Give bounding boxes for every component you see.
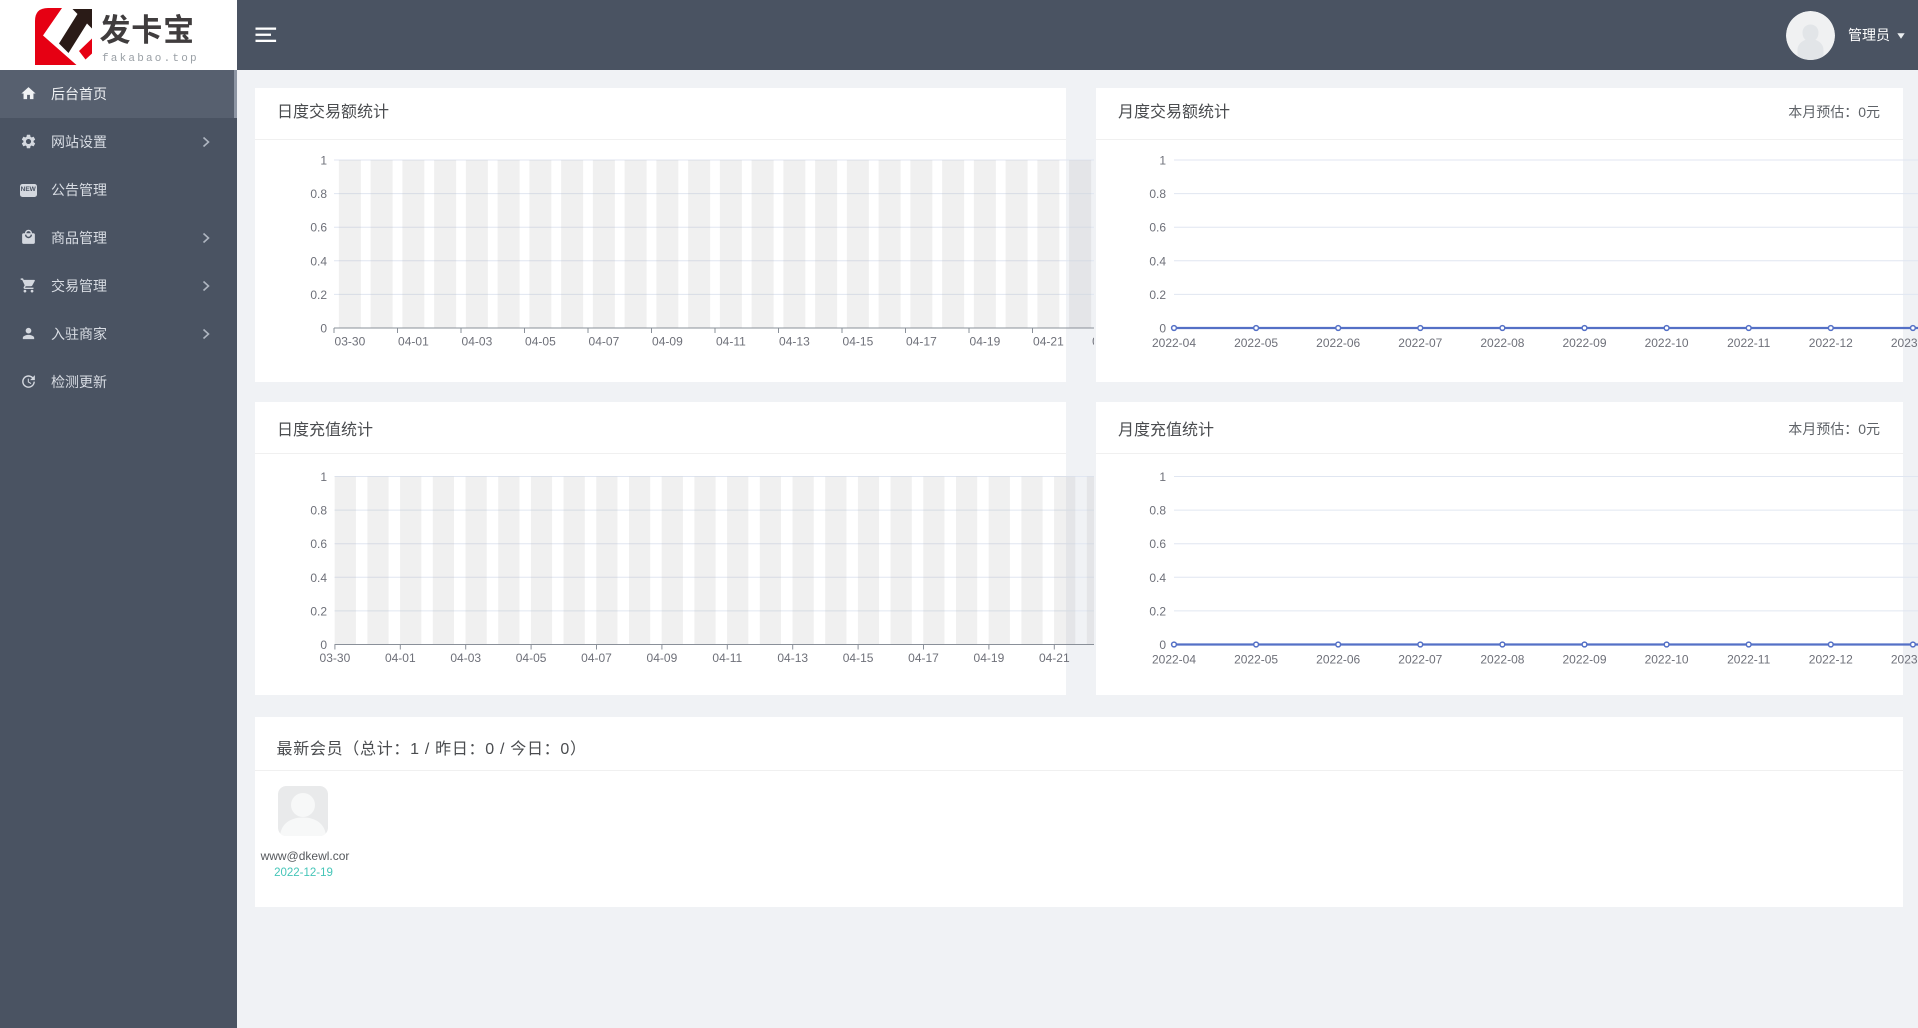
svg-text:0.2: 0.2 [310, 604, 327, 618]
svg-text:0.6: 0.6 [1149, 221, 1166, 235]
svg-text:04-17: 04-17 [906, 335, 937, 349]
svg-text:04-01: 04-01 [385, 651, 416, 665]
svg-text:04-13: 04-13 [779, 335, 810, 349]
svg-text:0.2: 0.2 [310, 288, 327, 302]
svg-text:04-09: 04-09 [647, 651, 678, 665]
svg-text:04-23: 04-23 [1092, 335, 1094, 349]
svg-text:2023-01: 2023-01 [1891, 653, 1918, 667]
svg-text:04-21: 04-21 [1039, 651, 1070, 665]
svg-text:0.8: 0.8 [310, 187, 327, 201]
svg-text:03-30: 03-30 [335, 335, 366, 349]
svg-text:2022-07: 2022-07 [1398, 653, 1442, 667]
svg-text:0.4: 0.4 [1149, 571, 1166, 585]
svg-text:04-01: 04-01 [398, 335, 429, 349]
svg-text:2022-11: 2022-11 [1727, 336, 1770, 350]
svg-text:04-03: 04-03 [462, 335, 493, 349]
svg-text:2022-05: 2022-05 [1234, 653, 1278, 667]
svg-text:1: 1 [1159, 470, 1166, 484]
svg-text:2022-05: 2022-05 [1234, 336, 1278, 350]
svg-text:0: 0 [320, 638, 327, 652]
svg-text:0.6: 0.6 [310, 537, 327, 551]
svg-text:0.4: 0.4 [1149, 254, 1166, 268]
svg-text:2022-08: 2022-08 [1480, 336, 1524, 350]
svg-text:2022-04: 2022-04 [1152, 336, 1196, 350]
svg-text:2022-07: 2022-07 [1398, 336, 1442, 350]
svg-text:03-30: 03-30 [320, 651, 351, 665]
svg-text:2023-01: 2023-01 [1891, 336, 1918, 350]
svg-text:04-03: 04-03 [450, 651, 481, 665]
svg-text:04-13: 04-13 [777, 651, 808, 665]
svg-text:2022-09: 2022-09 [1562, 336, 1606, 350]
svg-text:04-09: 04-09 [652, 335, 683, 349]
svg-text:04-21: 04-21 [1033, 335, 1064, 349]
svg-text:04-15: 04-15 [843, 651, 874, 665]
svg-text:0.4: 0.4 [310, 254, 327, 268]
svg-text:1: 1 [320, 470, 327, 484]
svg-text:04-17: 04-17 [908, 651, 939, 665]
svg-text:04-11: 04-11 [712, 651, 742, 665]
svg-text:04-07: 04-07 [581, 651, 612, 665]
svg-text:2022-10: 2022-10 [1645, 336, 1689, 350]
svg-text:0.8: 0.8 [1149, 187, 1166, 201]
svg-text:04-19: 04-19 [970, 335, 1001, 349]
svg-text:2022-06: 2022-06 [1316, 653, 1360, 667]
svg-text:2022-09: 2022-09 [1562, 653, 1606, 667]
svg-text:04-05: 04-05 [525, 335, 556, 349]
svg-text:0.4: 0.4 [310, 571, 327, 585]
svg-text:04-11: 04-11 [716, 335, 746, 349]
svg-text:2022-12: 2022-12 [1809, 653, 1853, 667]
svg-text:04-15: 04-15 [843, 335, 874, 349]
svg-text:2022-06: 2022-06 [1316, 336, 1360, 350]
svg-text:1: 1 [1159, 154, 1166, 168]
svg-text:2022-11: 2022-11 [1727, 653, 1770, 667]
svg-text:0.6: 0.6 [310, 221, 327, 235]
svg-text:0: 0 [1159, 638, 1166, 652]
svg-text:2022-08: 2022-08 [1480, 653, 1524, 667]
svg-text:0: 0 [1159, 322, 1166, 336]
svg-text:0: 0 [320, 322, 327, 336]
svg-text:0.2: 0.2 [1149, 604, 1166, 618]
svg-text:2022-10: 2022-10 [1645, 653, 1689, 667]
svg-text:0.6: 0.6 [1149, 537, 1166, 551]
svg-text:04-07: 04-07 [589, 335, 620, 349]
svg-text:0.2: 0.2 [1149, 288, 1166, 302]
svg-text:1: 1 [320, 154, 327, 168]
svg-text:0.8: 0.8 [310, 504, 327, 518]
svg-text:04-05: 04-05 [516, 651, 547, 665]
svg-text:2022-12: 2022-12 [1809, 336, 1853, 350]
svg-text:04-19: 04-19 [974, 651, 1005, 665]
svg-text:0.8: 0.8 [1149, 504, 1166, 518]
svg-text:2022-04: 2022-04 [1152, 653, 1196, 667]
